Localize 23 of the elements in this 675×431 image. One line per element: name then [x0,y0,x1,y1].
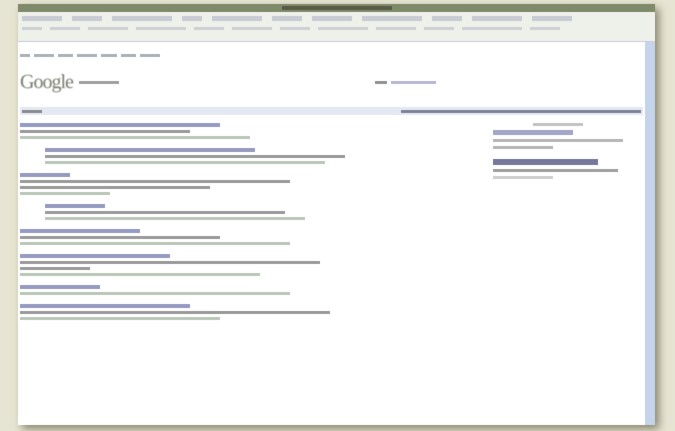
blurred-text-line [77,54,97,57]
blurred-text-line [20,267,90,270]
google-logo: Google [20,70,73,95]
blurred-text-line [376,27,416,30]
blurred-text-line [88,27,128,30]
blurred-text-line [78,80,119,84]
blurred-text-line [136,27,186,30]
blurred-text-line [50,27,80,30]
blurred-text-line [493,176,553,179]
blurred-text-line [493,146,553,149]
blurred-text-line [390,80,436,84]
blurred-text-line [194,27,224,30]
blurred-text-line [318,27,368,30]
blurred-text-line [533,123,583,126]
blurred-text-line [22,27,42,30]
blurred-text-line [462,27,522,30]
blurred-text-line [34,54,54,57]
blurred-text-line [280,27,310,30]
blurred-text-line [424,27,454,30]
blurred-text-line [530,27,560,30]
blurred-text-line [140,54,160,57]
blurred-text-line [232,27,272,30]
blurred-text-line [22,110,42,112]
